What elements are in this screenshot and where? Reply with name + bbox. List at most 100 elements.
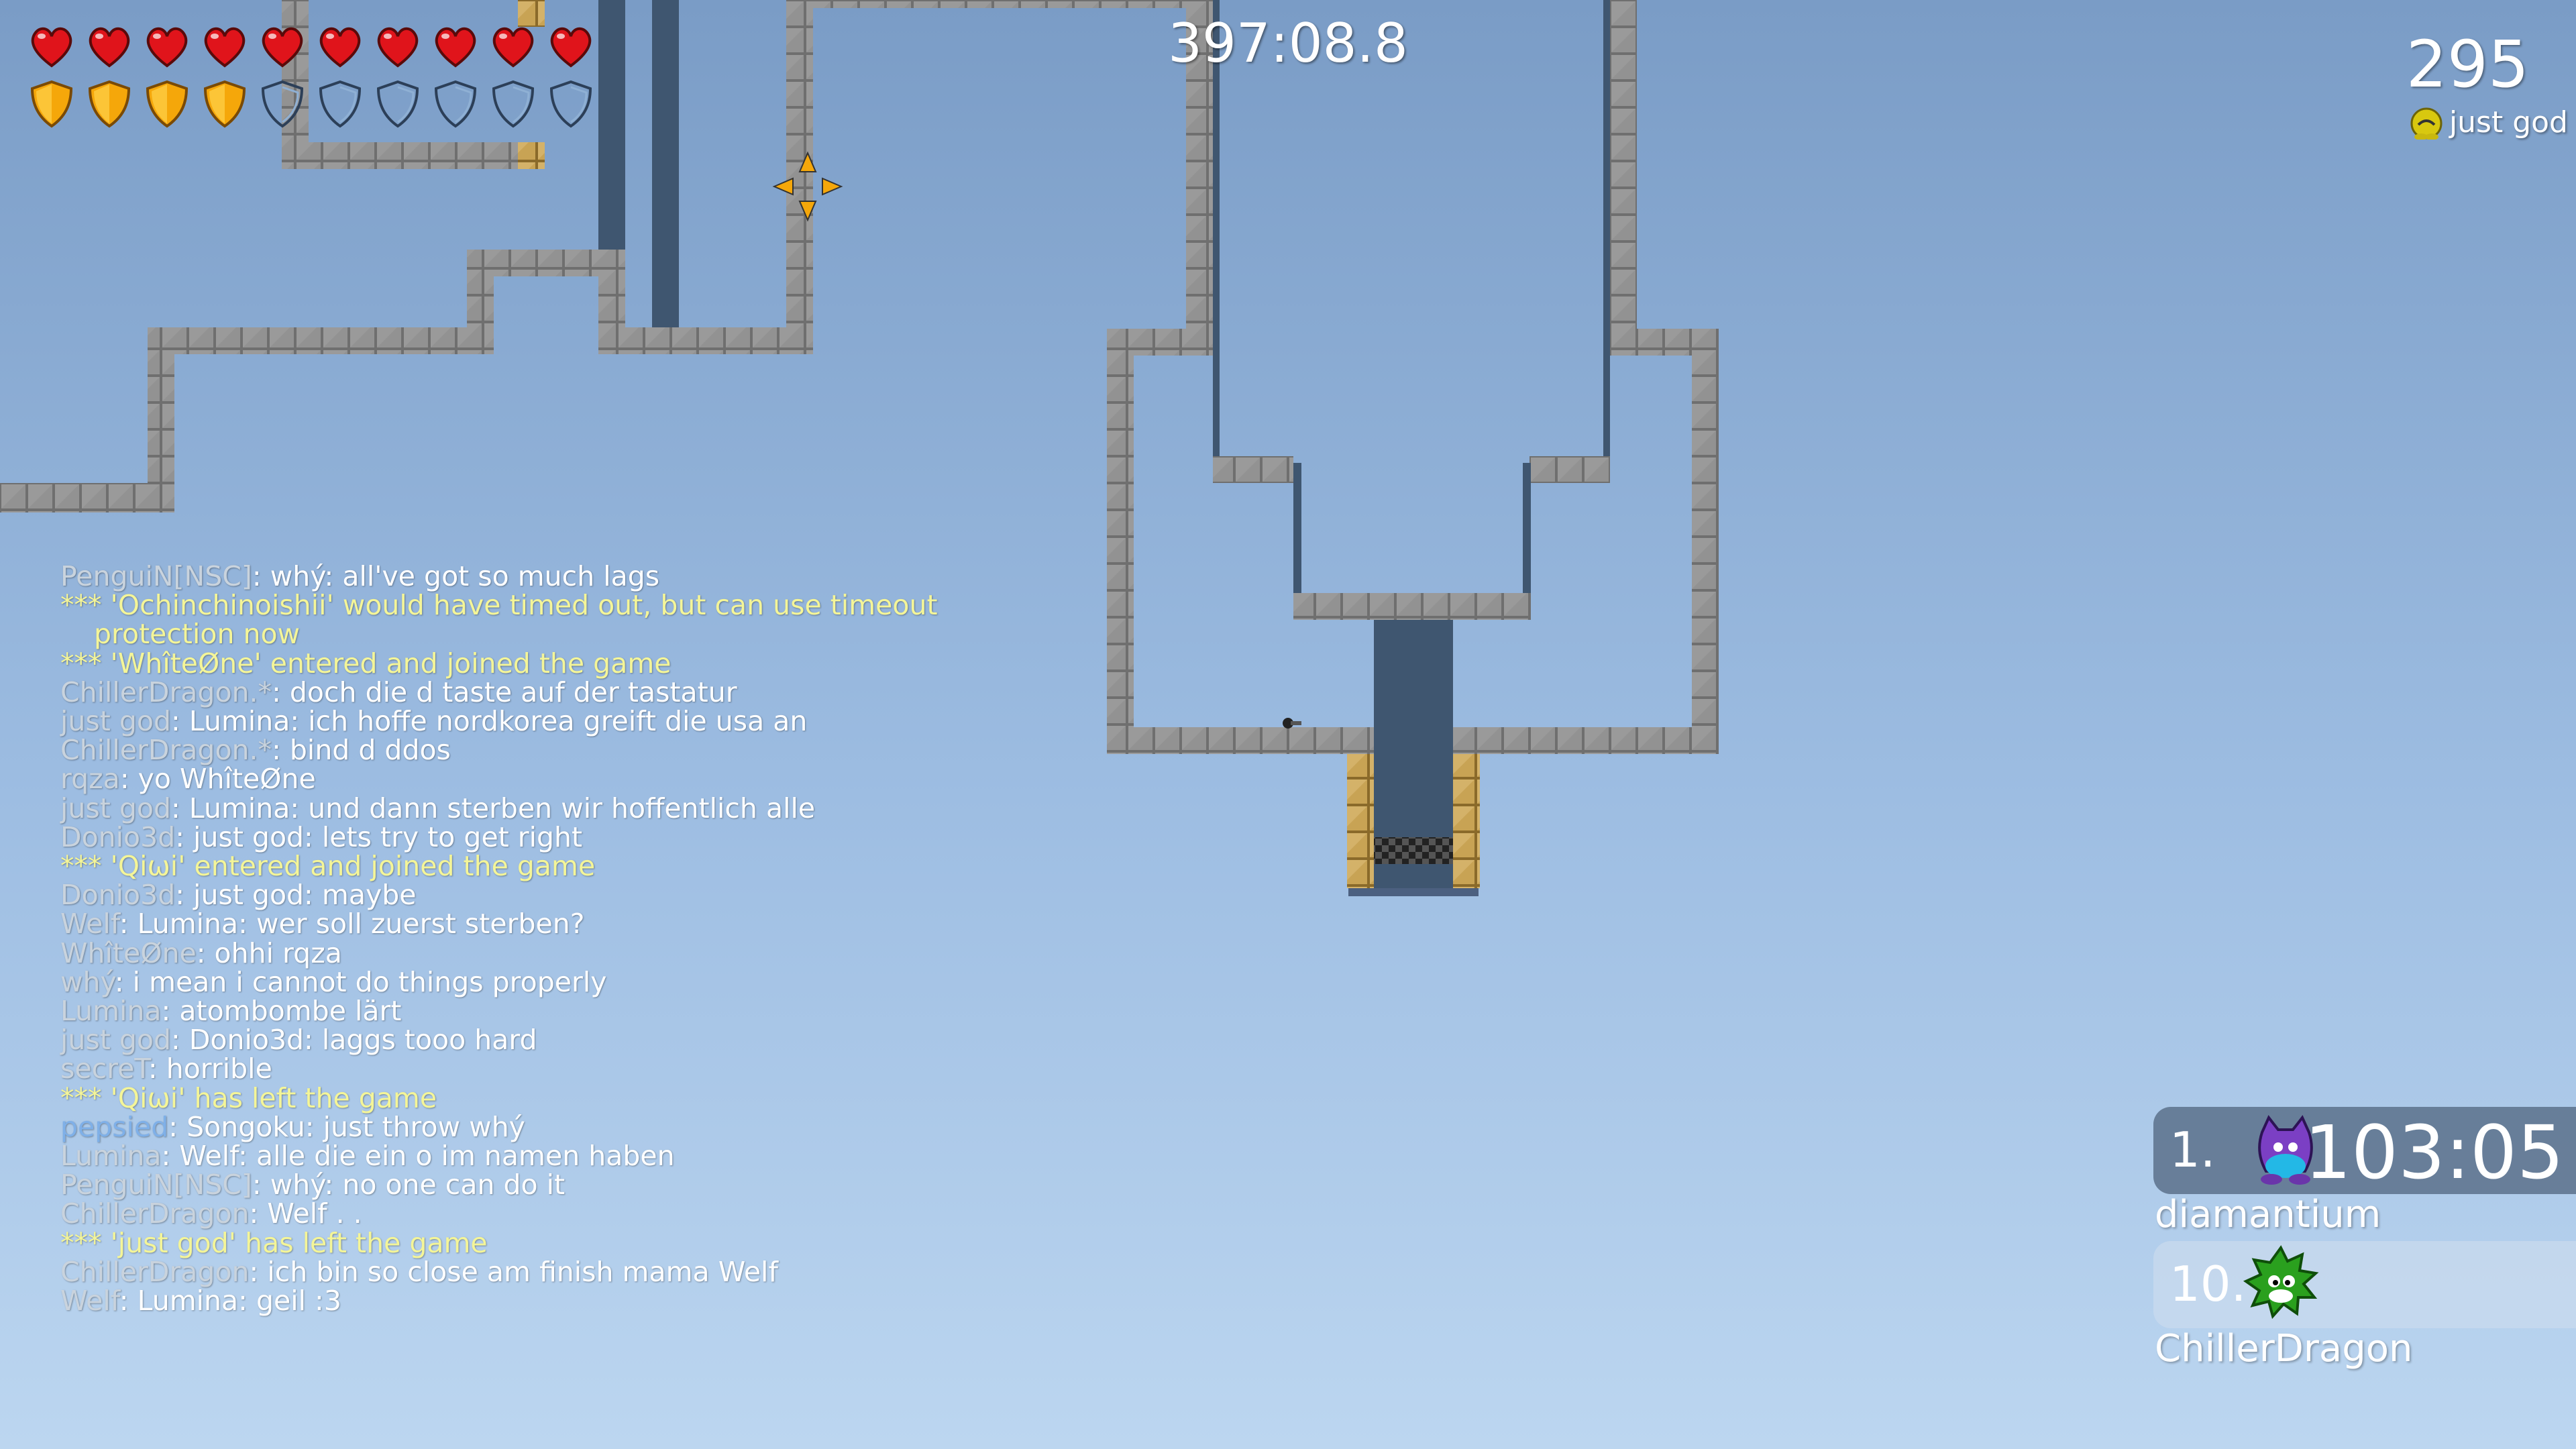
armor-icon [30, 80, 73, 128]
chat-sender: just god [60, 792, 171, 824]
chat-log: PenguiN[NSC]: whý: all've got so much la… [27, 560, 993, 1318]
heart-icon [262, 27, 303, 68]
armor-icon [492, 80, 535, 128]
chat-message: ChillerDragon: Welf . . [60, 1199, 993, 1228]
heart-icon [377, 27, 419, 68]
dark-shaft [1293, 463, 1301, 597]
chat-sender: pepsied [60, 1110, 169, 1143]
green-spiky-tee-icon [2243, 1245, 2319, 1320]
chat-message: WhîteØne: ohhi rqza [60, 936, 993, 969]
chat-message: *** 'WhîteØne' entered and joined the ga… [60, 647, 672, 680]
chat-message: pepsied: Songoku: just throw whý [60, 1110, 993, 1143]
unhook-tile [1347, 754, 1374, 888]
chat-message: Welf: Lumina: wer soll zuerst sterben? [60, 910, 993, 938]
chat-text: : just god: lets try to get right [175, 820, 583, 853]
chat-text: : Welf . . [249, 1197, 362, 1230]
chat-text: : Songoku: just throw whý [168, 1110, 525, 1143]
chat-sender: rqza [60, 763, 120, 796]
wall-segment [1213, 456, 1293, 483]
chat-message: Donio3d: just god: maybe [60, 881, 993, 910]
chat-text: : bind d ddos [272, 734, 451, 767]
wall-segment [1529, 456, 1610, 483]
chat-text: : whý: all've got so much lags [252, 560, 660, 592]
chat-message: whý: i mean i cannot do things properly [60, 965, 993, 998]
race-timer: 397:08.8 [1168, 12, 1408, 74]
chat-sender: Welf [60, 908, 119, 941]
chat-sender: Lumina [60, 995, 162, 1028]
chat-sender: PenguiN[NSC] [60, 560, 252, 592]
armor-icon [261, 80, 304, 128]
chat-text: : ohhi rqza [196, 936, 342, 969]
wall-segment [1610, 0, 1637, 356]
chat-text: : Donio3d: laggs tooo hard [170, 1024, 537, 1057]
chat-message: PenguiN[NSC]: whý: no one can do it [60, 1171, 993, 1199]
chat-sender: Welf [60, 1285, 119, 1318]
chat-sender: just god [60, 705, 171, 738]
armor-icon [434, 80, 477, 128]
chat-text: : Lumina: ich hoffe nordkorea greift die… [170, 705, 808, 738]
chat-message: Welf: Lumina: geil :3 [60, 1285, 993, 1318]
heart-icon [492, 27, 534, 68]
armor-icon [319, 80, 362, 128]
chat-sender: WhîteØne [60, 936, 197, 969]
dark-shaft [1603, 0, 1610, 456]
chat-message: just god: Lumina: und dann sterben wir h… [60, 794, 993, 823]
chat-text: : doch die d taste auf der tastatur [272, 676, 737, 708]
chat-message: PenguiN[NSC]: whý: all've got so much la… [60, 560, 993, 592]
heart-icon [435, 27, 476, 68]
chat-message: *** 'Qiωi' entered and joined the game [60, 850, 596, 883]
chat-text: : atombombe lärt [161, 995, 402, 1028]
chat-message: ChillerDragon.*: doch die d taste auf de… [60, 678, 993, 707]
chat-sender: just god [60, 1024, 171, 1057]
wall-segment [1107, 727, 1375, 754]
score-owner-name: just god [2449, 105, 2568, 140]
wall-segment [1107, 329, 1134, 754]
chat-message: Donio3d: just god: lets try to get right [60, 820, 993, 853]
unhook-tile [1453, 754, 1480, 888]
chat-sender: secreT [60, 1053, 148, 1085]
heart-icon [146, 27, 188, 68]
wall-segment [148, 327, 174, 513]
chat-sender: ChillerDragon [60, 1197, 250, 1230]
wall-segment [598, 327, 812, 354]
heart-icon [550, 27, 592, 68]
chat-text: : horrible [148, 1053, 272, 1085]
finish-line [1374, 837, 1453, 864]
dark-shaft [1348, 888, 1479, 896]
chat-text: : Welf: alle die ein o im namen haben [161, 1140, 675, 1173]
chat-sender: ChillerDragon [60, 1255, 250, 1288]
wall-segment [786, 0, 1197, 8]
rank-player-10: ChillerDragon [2155, 1327, 2413, 1371]
gun-pickup [1283, 718, 1301, 729]
dark-shaft [598, 0, 625, 250]
rank-time: 103:05 [2304, 1110, 2564, 1195]
chat-message: rqza: yo WhîteØne [60, 765, 993, 794]
health-bar [25, 20, 597, 72]
wall-segment [786, 0, 813, 354]
chat-sender: PenguiN[NSC] [60, 1169, 252, 1201]
chat-text: : Lumina: und dann sterben wir hoffentli… [170, 792, 816, 824]
chat-message: *** 'Qiωi' has left the game [60, 1081, 437, 1114]
heart-icon [204, 27, 246, 68]
chat-message: just god: Donio3d: laggs tooo hard [60, 1026, 993, 1055]
chat-sender: Donio3d [60, 879, 176, 912]
armor-icon [146, 80, 189, 128]
chat-sender: whý [60, 965, 115, 998]
chat-sender: Lumina [60, 1140, 162, 1173]
chat-text: : i mean i cannot do things properly [114, 965, 607, 998]
wall-segment [148, 327, 491, 354]
chat-message: *** 'Ochinchinoishii' would have timed o… [60, 589, 938, 651]
chat-sender: Donio3d [60, 820, 176, 853]
score-owner: just god [2409, 105, 2568, 140]
unhook-tile [518, 142, 545, 169]
dark-shaft [652, 0, 679, 327]
chat-message: ChillerDragon: ich bin so close am finis… [60, 1255, 993, 1288]
chat-text: : ich bin so close am finish mama Welf [249, 1255, 778, 1288]
rank-position: 10. [2169, 1256, 2247, 1312]
chat-text: : Lumina: wer soll zuerst sterben? [119, 908, 585, 941]
heart-icon [319, 27, 361, 68]
chat-sender: ChillerDragon.* [60, 676, 272, 708]
rank-position: 1. [2169, 1122, 2216, 1178]
chat-message: *** 'just god' has left the game [60, 1226, 488, 1259]
chat-message: ChillerDragon.*: bind d ddos [60, 736, 993, 765]
